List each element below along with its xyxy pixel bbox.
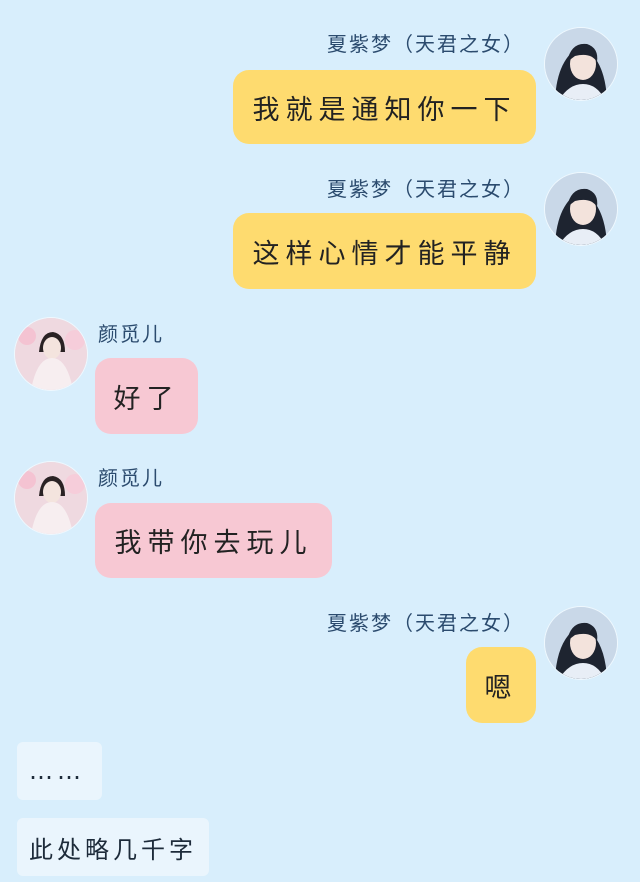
message-bubble[interactable]: 我就是通知你一下: [233, 70, 536, 144]
sender-name: 颜觅儿: [98, 466, 164, 490]
message-bubble[interactable]: 这样心情才能平静: [233, 213, 536, 289]
avatar-xiazimeng[interactable]: [545, 28, 617, 100]
message-bubble[interactable]: 我带你去玩儿: [95, 503, 332, 578]
message-row-left: 颜觅儿 我带你去玩儿: [0, 462, 640, 582]
sender-name: 夏紫梦（天君之女）: [327, 611, 525, 635]
avatar-xiazimeng[interactable]: [545, 607, 617, 679]
message-row-right: 夏紫梦（天君之女） 这样心情才能平静: [0, 173, 640, 293]
sender-name: 夏紫梦（天君之女）: [327, 32, 525, 56]
sender-name: 颜觅儿: [98, 322, 164, 346]
avatar-yanmier[interactable]: [15, 318, 87, 390]
omitted-text-note: 此处略几千字: [17, 818, 209, 876]
message-row-right: 夏紫梦（天君之女） 我就是通知你一下: [0, 28, 640, 148]
message-bubble[interactable]: 好了: [95, 358, 198, 434]
avatar-yanmier[interactable]: [15, 462, 87, 534]
message-row-left: 颜觅儿 好了: [0, 318, 640, 438]
avatar-xiazimeng[interactable]: [545, 173, 617, 245]
message-bubble[interactable]: 嗯: [466, 647, 536, 723]
message-row-right: 夏紫梦（天君之女） 嗯: [0, 607, 640, 727]
ellipsis-note: ……: [17, 742, 102, 800]
sender-name: 夏紫梦（天君之女）: [327, 177, 525, 201]
